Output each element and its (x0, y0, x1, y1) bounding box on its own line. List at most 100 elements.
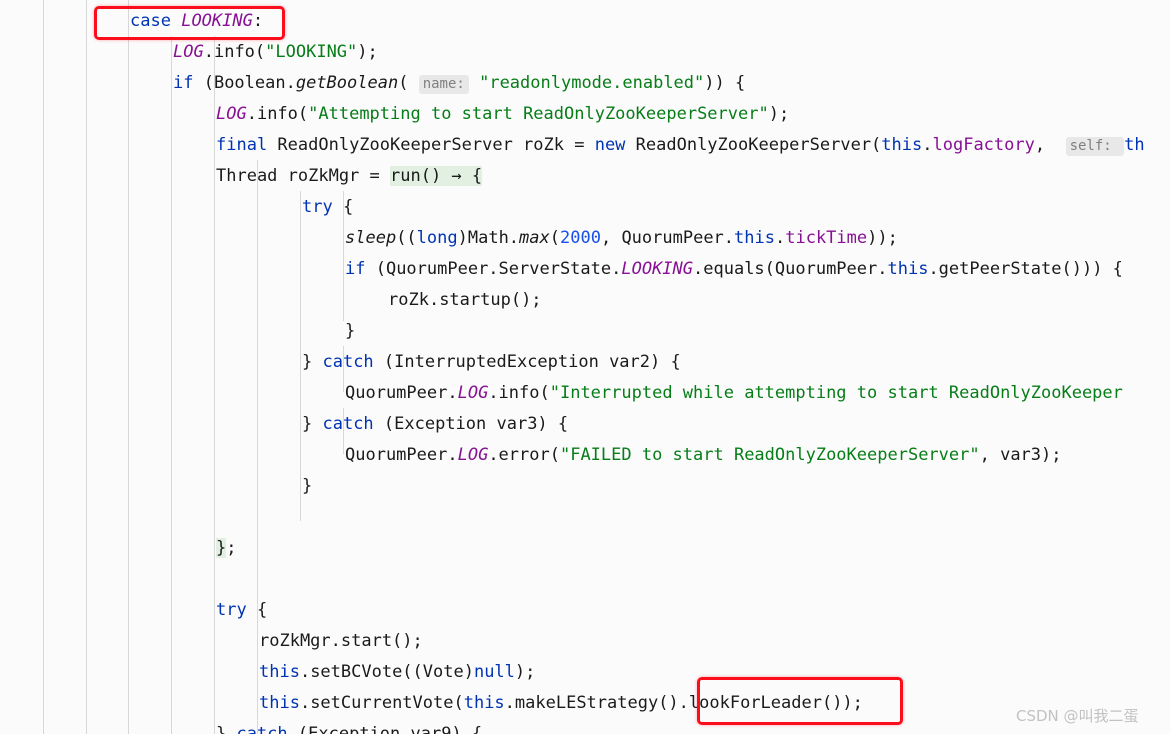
code-token: LOG (457, 445, 489, 465)
code-editor-screenshot: case LOOKING: LOG.info("LOOKING"); if (Boo… (0, 0, 1170, 734)
code-line[interactable]: } (0, 471, 312, 502)
code-token: ( (549, 228, 561, 248)
code-token: .startup(); (428, 290, 542, 310)
code-token: sleep (345, 228, 397, 248)
code-line[interactable]: } (0, 316, 355, 347)
code-line[interactable]: QuorumPeer.LOG.error("FAILED to start Re… (0, 440, 1062, 471)
code-token: } (345, 321, 356, 341)
code-line[interactable]: Thread roZkMgr = run() → { (0, 161, 483, 192)
code-token: max (519, 228, 550, 248)
code-line[interactable]: } catch (InterruptedException var2) { (0, 347, 681, 378)
code-token: "FAILED to start ReadOnlyZooKeeperServer… (559, 445, 980, 465)
code-token: . (203, 42, 214, 62)
code-token: .info( (488, 383, 550, 403)
code-token: this (463, 693, 505, 713)
code-token: ; (226, 538, 237, 558)
code-line[interactable]: QuorumPeer.LOG.info("Interrupted while a… (0, 378, 1123, 409)
code-line[interactable]: LOG.info("LOOKING"); (0, 37, 378, 68)
code-line[interactable]: final ReadOnlyZooKeeperServer roZk = new… (0, 130, 1145, 161)
code-token: (Boolean. (193, 73, 296, 93)
code-token: this (887, 259, 929, 279)
red-highlight-box (697, 677, 903, 725)
code-token: ); (768, 104, 790, 124)
code-token: (InterruptedException var2) { (373, 352, 681, 372)
code-token: .error( (488, 445, 560, 465)
code-line[interactable]: try { (0, 595, 267, 626)
code-token: this (881, 135, 923, 155)
code-line[interactable] (0, 564, 216, 595)
code-token: .setBCVote((Vote) (299, 662, 474, 682)
code-token: ReadOnlyZooKeeperServer roZk = (267, 135, 595, 155)
code-token: } (302, 476, 313, 496)
code-line[interactable]: if (Boolean.getBoolean( name: "readonlym… (0, 68, 745, 99)
code-token: . (774, 228, 786, 248)
code-token: this (734, 228, 775, 248)
code-line[interactable] (0, 502, 216, 533)
code-token: "LOOKING" (265, 42, 358, 62)
code-token: if (345, 259, 366, 279)
code-token: .getPeerState())) { (928, 259, 1123, 279)
code-token: roZkMgr.start(); (259, 631, 423, 651)
inlay-parameter-hint: self: (1065, 137, 1125, 156)
code-line[interactable]: try { (0, 192, 353, 223)
code-token: QuorumPeer. (345, 383, 458, 403)
code-token: catch (322, 414, 374, 434)
code-token: LOG (216, 104, 247, 124)
code-token: new (594, 135, 626, 155)
code-token: , (1034, 135, 1066, 155)
code-token: null (473, 662, 515, 682)
watermark-text: CSDN @叫我二蛋 (1016, 707, 1139, 725)
code-token: ); (357, 42, 378, 62)
code-token: } (216, 538, 227, 558)
code-line[interactable]: LOG.info("Attempting to start ReadOnlyZo… (0, 99, 789, 130)
code-line[interactable]: roZk.startup(); (0, 285, 542, 316)
code-token: )Math. (457, 228, 520, 248)
code-token: ReadOnlyZooKeeperServer( (625, 135, 882, 155)
code-token: this (259, 693, 300, 713)
code-token: final (216, 135, 268, 155)
code-token: .info( (246, 104, 309, 124)
code-token: (QuorumPeer.ServerState. (365, 259, 622, 279)
code-token: try (216, 600, 247, 620)
code-token: { (332, 197, 354, 217)
code-token: info( (213, 42, 266, 62)
inlay-parameter-hint: name: (418, 75, 469, 94)
code-token: 2000 (560, 228, 601, 248)
code-line[interactable]: this.setBCVote((Vote)null); (0, 657, 535, 688)
code-token: , QuorumPeer. (600, 228, 735, 248)
code-token: Thread roZkMgr = (216, 166, 390, 186)
code-token: LOG (457, 383, 489, 403)
code-token: LOG (173, 42, 204, 62)
code-viewport[interactable]: case LOOKING: LOG.info("LOOKING"); if (Boo… (0, 0, 1170, 734)
code-token: (Exception var9) { (287, 724, 483, 734)
code-token: { (246, 600, 268, 620)
code-token: (Exception var3) { (373, 414, 569, 434)
code-token: long (416, 228, 458, 248)
code-token: QuorumPeer. (345, 445, 458, 465)
code-token: tickTime (785, 228, 868, 248)
code-token: "readonlymode.enabled" (479, 73, 705, 93)
code-line[interactable]: if (QuorumPeer.ServerState.LOOKING.equal… (0, 254, 1123, 285)
code-token: roZk (388, 290, 429, 310)
code-line[interactable]: }; (0, 533, 237, 564)
code-token: "Interrupted while attempting to start R… (549, 383, 1123, 403)
code-token: logFactory (932, 135, 1035, 155)
code-token: try (302, 197, 333, 217)
code-line[interactable]: sleep((long)Math.max(2000, QuorumPeer.th… (0, 223, 898, 254)
code-token: .setCurrentVote( (299, 693, 464, 713)
code-token: )) { (704, 73, 746, 93)
code-token: catch (236, 724, 288, 734)
code-token: if (173, 73, 194, 93)
code-token: .equals(QuorumPeer. (693, 259, 888, 279)
code-line[interactable]: } catch (Exception var9) { (0, 719, 482, 734)
code-token: LOOKING (621, 259, 694, 279)
code-token: . (922, 135, 933, 155)
code-token: catch (322, 352, 374, 372)
code-line[interactable]: } catch (Exception var3) { (0, 409, 568, 440)
code-token: ( (398, 73, 419, 93)
code-line[interactable]: roZkMgr.start(); (0, 626, 423, 657)
code-token: th (1124, 135, 1145, 155)
red-highlight-box (94, 6, 285, 40)
code-token: } (302, 352, 323, 372)
